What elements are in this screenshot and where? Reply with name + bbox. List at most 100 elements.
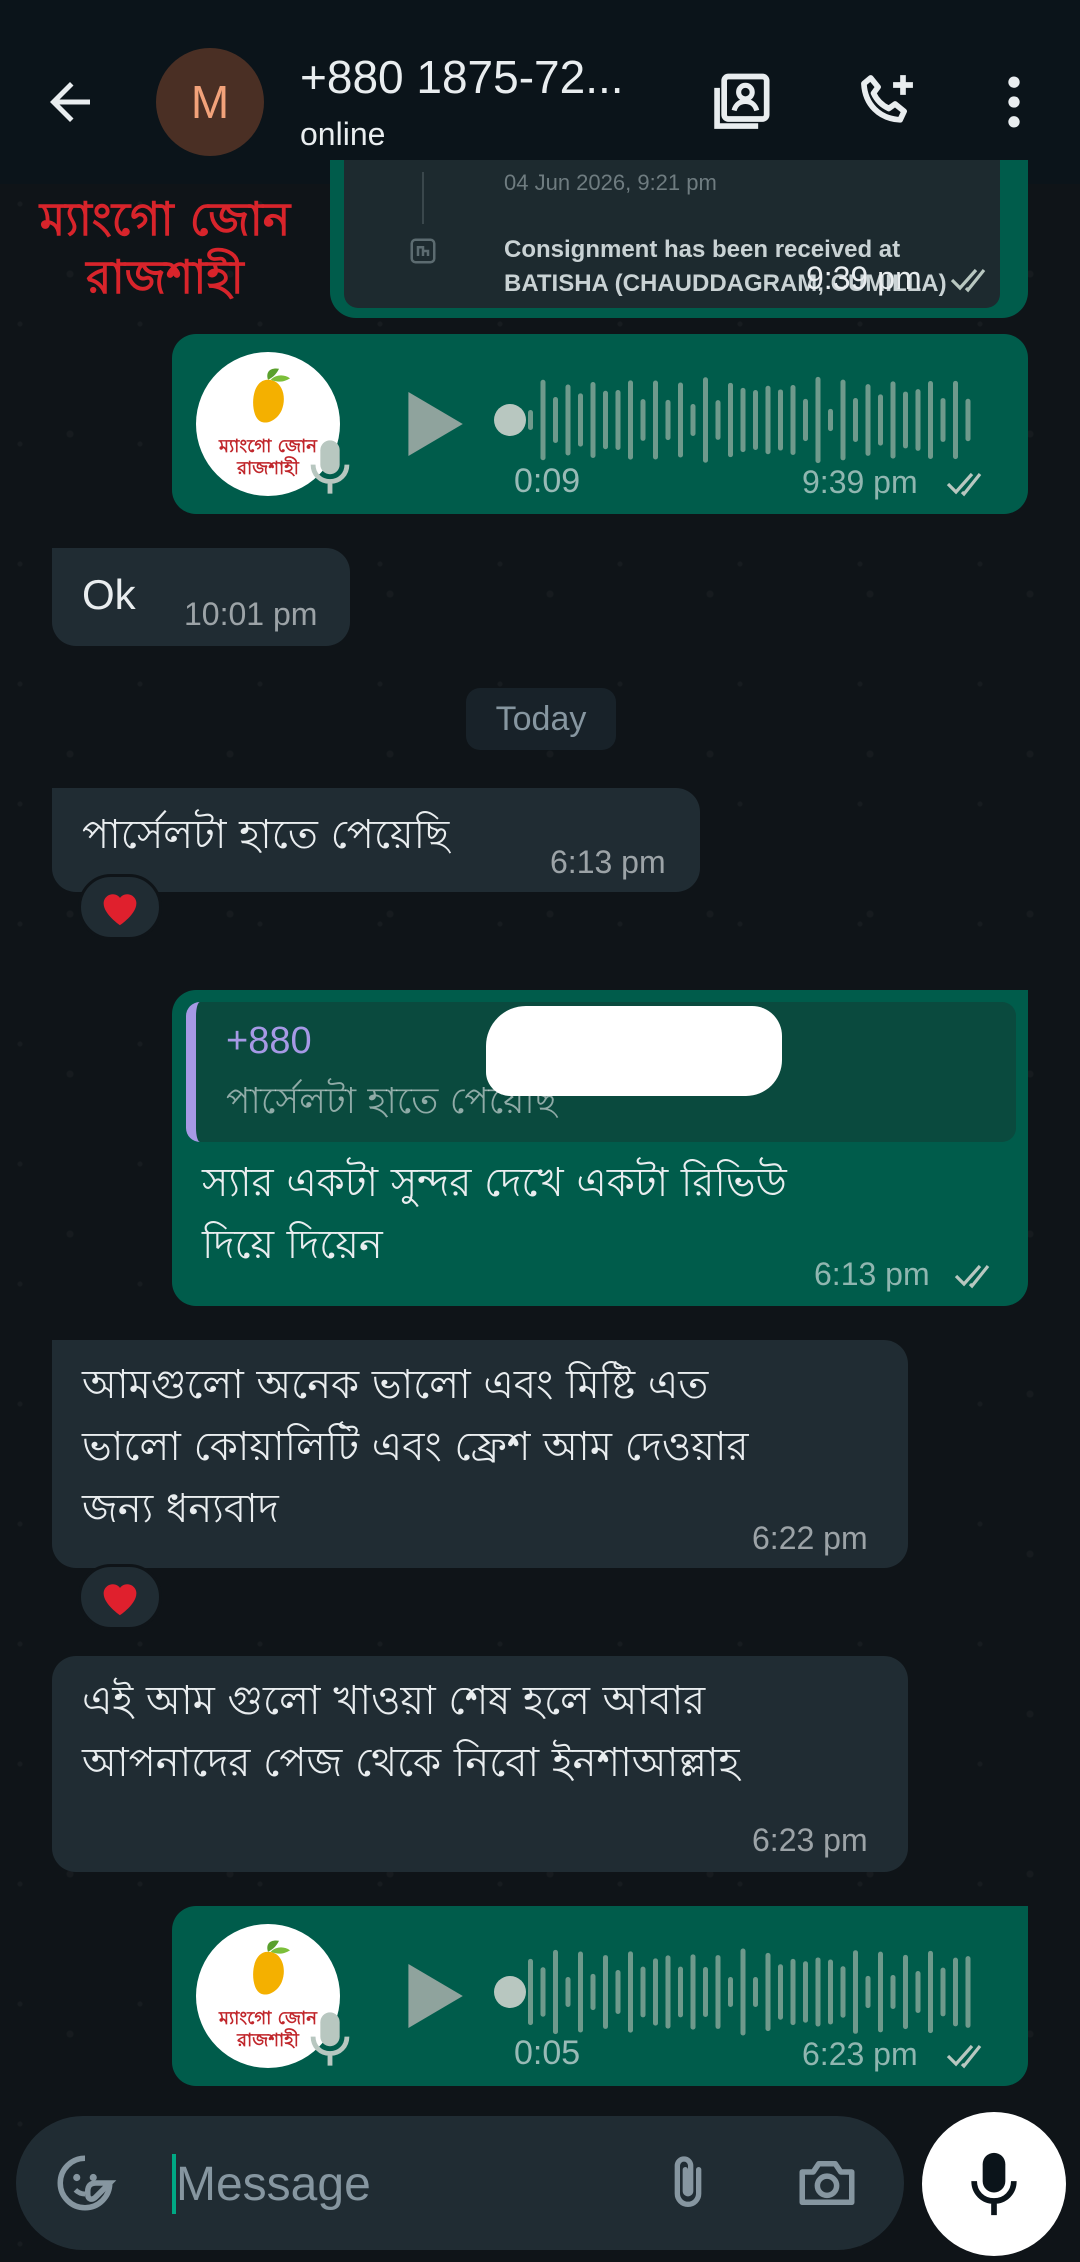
voice-duration: 0:05 bbox=[514, 2034, 581, 2072]
waveform-bar bbox=[640, 399, 646, 441]
waveform-bar bbox=[553, 396, 558, 444]
message-time: 6:23 pm bbox=[752, 1822, 868, 1858]
mango-logo-icon bbox=[253, 368, 290, 423]
message-time: 9:39 pm bbox=[806, 260, 922, 296]
waveform-bar bbox=[565, 384, 571, 456]
waveform-bar bbox=[828, 1959, 833, 2025]
quoted-message[interactable]: +880627 পার্সেলটা হাতে পেয়েছি bbox=[186, 1002, 1016, 1142]
tracking-step-icon bbox=[410, 238, 436, 264]
waveform-bar bbox=[740, 1948, 746, 2036]
message-text-line2: দিয়ে দিয়েন bbox=[202, 1222, 383, 1268]
voice-message-bubble[interactable]: ম্যাংগো জোন রাজশাহী 0:05 6:23 pm bbox=[172, 1906, 1028, 2086]
waveform-bar bbox=[540, 1967, 546, 2017]
voice-duration: 0:09 bbox=[514, 462, 581, 500]
incoming-message-bubble[interactable]: পার্সেলটা হাতে পেয়েছি 6:13 pm bbox=[52, 788, 700, 892]
incoming-message-bubble[interactable]: এই আম গুলো খাওয়া শেষ হলে আবার আপনাদের প… bbox=[52, 1656, 908, 1872]
message-text-line2: আপনাদের পেজ থেকে নিবো ইনশাআল্লাহ bbox=[82, 1740, 740, 1786]
mic-icon bbox=[310, 440, 350, 494]
heart-reaction-icon[interactable] bbox=[78, 1564, 162, 1630]
waveform-bar bbox=[778, 1964, 783, 2020]
voice-message-bubble[interactable]: ম্যাংগো জোন রাজশাহী 0:09 9:39 pm bbox=[172, 334, 1028, 514]
add-call-icon[interactable] bbox=[852, 68, 920, 136]
message-text-line1: এই আম গুলো খাওয়া শেষ হলে আবার bbox=[82, 1678, 706, 1724]
message-text-line1: আমগুলো অনেক ভালো এবং মিষ্টি এত bbox=[82, 1362, 709, 1408]
voice-record-button[interactable] bbox=[922, 2112, 1066, 2256]
message-input[interactable] bbox=[172, 2144, 652, 2224]
waveform-bar bbox=[628, 380, 633, 460]
back-arrow-icon[interactable] bbox=[40, 72, 100, 132]
waveform-bar bbox=[790, 1958, 796, 2026]
waveform-bar bbox=[853, 398, 858, 442]
emoji-icon[interactable] bbox=[52, 2150, 118, 2216]
waveform-bar bbox=[553, 1949, 558, 2035]
waveform-bar bbox=[653, 1958, 658, 2026]
waveform-bar bbox=[865, 384, 871, 456]
waveform-bar bbox=[815, 376, 821, 464]
waveform-bar bbox=[540, 379, 546, 461]
double-check-icon bbox=[954, 1264, 990, 1289]
heart-reaction-icon[interactable] bbox=[78, 874, 162, 940]
redaction-mark bbox=[486, 1006, 782, 1096]
brand-overlay-line1: ম্যাংগো জোন bbox=[39, 192, 291, 246]
chat-header: M +880 1875-72... online bbox=[0, 0, 1080, 184]
waveform-bar bbox=[890, 1975, 896, 2009]
waveform-bar bbox=[565, 1976, 571, 2008]
waveform-bar bbox=[940, 1967, 946, 2017]
avatar-letter: M bbox=[190, 76, 230, 128]
quoted-sender-prefix: +880 bbox=[226, 1020, 312, 1062]
voice-progress-thumb[interactable] bbox=[494, 404, 526, 436]
waveform-bar bbox=[928, 1950, 933, 2034]
waveform-bar bbox=[578, 393, 583, 447]
voice-waveform[interactable] bbox=[528, 1942, 978, 2042]
waveform-bar bbox=[603, 390, 608, 450]
waveform-bar bbox=[528, 410, 533, 430]
attach-icon[interactable] bbox=[656, 2150, 720, 2216]
waveform-bar bbox=[965, 398, 971, 442]
waveform-bar bbox=[578, 1951, 583, 2033]
contact-name[interactable]: +880 1875-72... bbox=[300, 50, 624, 104]
waveform-bar bbox=[778, 389, 783, 451]
waveform-bar bbox=[953, 380, 958, 460]
camera-icon[interactable] bbox=[794, 2150, 860, 2216]
mic-icon bbox=[971, 2152, 1017, 2216]
message-text: Ok bbox=[82, 571, 136, 618]
waveform-bar bbox=[678, 1966, 683, 2018]
message-text: পার্সেলটা হাতে পেয়েছি bbox=[82, 812, 450, 858]
brand-overlay: ম্যাংগো জোন রাজশাহী bbox=[20, 190, 310, 306]
voice-progress-thumb[interactable] bbox=[494, 1976, 526, 2008]
waveform-bar bbox=[878, 394, 883, 446]
incoming-message-bubble[interactable]: Ok 10:01 pm bbox=[52, 548, 350, 646]
waveform-bar bbox=[790, 384, 796, 456]
waveform-bar bbox=[815, 1957, 821, 2027]
double-check-icon bbox=[946, 472, 982, 497]
heart-icon bbox=[103, 894, 137, 926]
more-vert-icon[interactable] bbox=[980, 68, 1048, 136]
waveform-bar bbox=[928, 380, 933, 460]
waveform-bar bbox=[603, 1955, 608, 2029]
waveform-bar bbox=[715, 400, 721, 440]
play-icon[interactable] bbox=[402, 388, 466, 460]
waveform-bar bbox=[803, 1961, 808, 2023]
avatar[interactable]: M bbox=[156, 48, 264, 156]
tracking-line bbox=[422, 172, 424, 224]
message-time: 9:39 pm bbox=[802, 464, 918, 500]
waveform-bar bbox=[753, 389, 758, 451]
waveform-bar bbox=[640, 1966, 646, 2018]
waveform-bar bbox=[953, 1957, 958, 2027]
waveform-bar bbox=[690, 404, 696, 436]
waveform-bar bbox=[753, 1976, 758, 2008]
play-icon[interactable] bbox=[402, 1960, 466, 2032]
incoming-message-bubble[interactable]: আমগুলো অনেক ভালো এবং মিষ্টি এত ভালো কোয়… bbox=[52, 1340, 908, 1568]
message-text-line1: স্যার একটা সুন্দর দেখে একটা রিভিউ bbox=[202, 1160, 787, 1206]
mic-icon bbox=[310, 2012, 350, 2066]
waveform-bar bbox=[728, 1976, 733, 2008]
voice-waveform[interactable] bbox=[528, 370, 978, 470]
waveform-bar bbox=[828, 408, 833, 432]
heart-icon bbox=[103, 1584, 137, 1616]
waveform-bar bbox=[890, 381, 896, 459]
waveform-bar bbox=[528, 1958, 533, 2026]
add-to-contacts-icon[interactable] bbox=[710, 68, 778, 136]
waveform-bar bbox=[765, 1952, 771, 2032]
tracking-message-bubble[interactable]: 04 Jun 2026, 9:21 pm Consignment has bee… bbox=[330, 160, 1028, 318]
waveform-bar bbox=[690, 1954, 696, 2030]
